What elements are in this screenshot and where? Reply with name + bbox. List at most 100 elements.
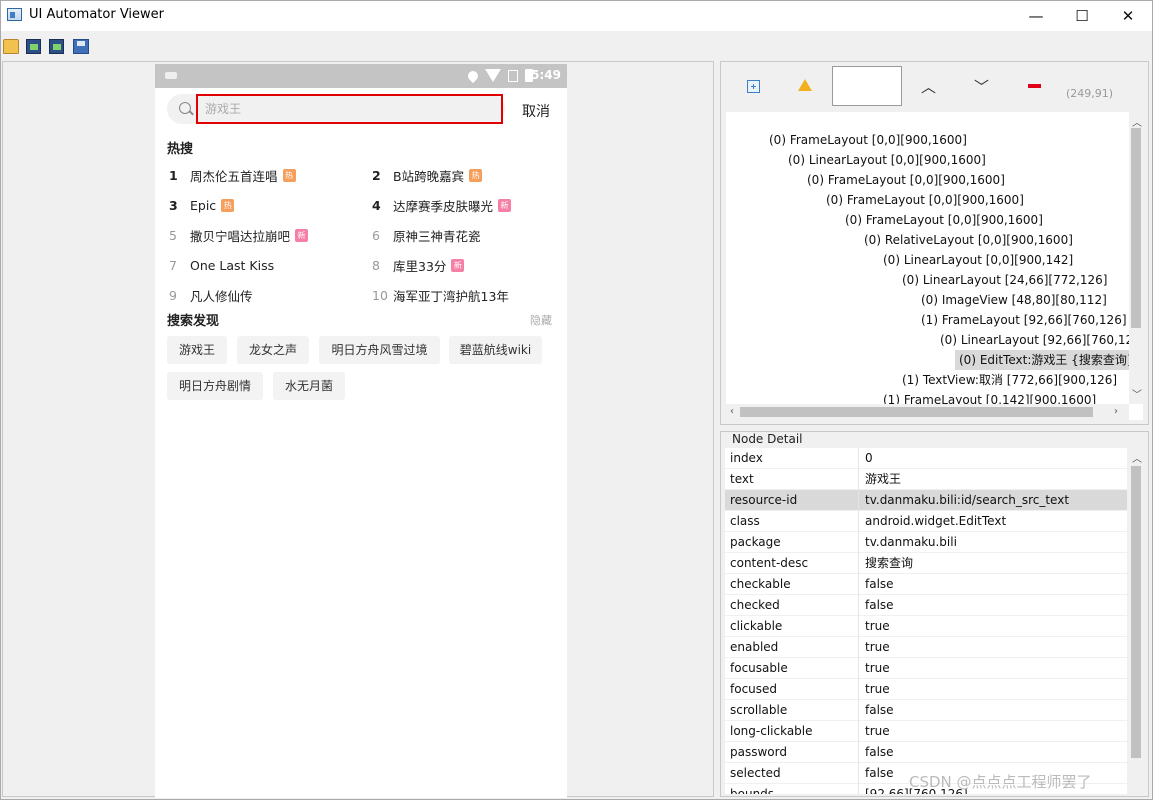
detail-row[interactable]: focused true <box>725 679 1127 700</box>
detail-value: true <box>865 682 890 696</box>
detail-row[interactable]: checkable false <box>725 574 1127 595</box>
tree-node[interactable]: (0) FrameLayout [0,0][900,1600] <box>845 210 1043 230</box>
hierarchy-toolbar: ︿ ﹀ (249,91) <box>721 62 1150 110</box>
hot-rank: 1 <box>169 167 178 183</box>
next-node-button[interactable]: ﹀ <box>974 76 989 97</box>
scroll-down-icon[interactable]: ﹀ <box>1132 386 1142 401</box>
tree-node[interactable]: (0) LinearLayout [0,0][900,142] <box>883 250 1073 270</box>
search-input[interactable]: 游戏王 <box>196 94 503 124</box>
detail-key: bounds <box>725 784 859 794</box>
hot-search-text: 库里33分 <box>393 258 447 274</box>
detail-key: checkable <box>725 574 859 595</box>
tree-vertical-scrollbar[interactable]: ︿ ﹀ <box>1129 112 1143 404</box>
detail-row[interactable]: checked false <box>725 595 1127 616</box>
hot-search-item[interactable]: 1 周杰伦五首连唱热 <box>169 165 296 185</box>
hierarchy-tree[interactable]: (0) FrameLayout [0,0][900,1600] (0) Linea… <box>726 112 1143 420</box>
detail-row[interactable]: class android.widget.EditText <box>725 511 1127 532</box>
hot-search-item[interactable]: 8 库里33分新 <box>372 255 465 275</box>
tree-node[interactable]: (0) LinearLayout [92,66][760,126] <box>940 330 1143 350</box>
detail-row[interactable]: long-clickable true <box>725 721 1127 742</box>
discover-chip[interactable]: 水无月菌 <box>273 372 345 400</box>
discover-chip[interactable]: 游戏王 <box>167 336 227 364</box>
tree-node[interactable]: (0) LinearLayout [0,0][900,1600] <box>788 150 986 170</box>
discover-title: 搜索发现 <box>167 314 220 329</box>
detail-value: android.widget.EditText <box>865 514 1007 528</box>
scroll-up-icon[interactable]: ︿ <box>1132 114 1142 129</box>
maximize-button[interactable]: ☐ <box>1059 1 1105 31</box>
tree-node-selected[interactable]: (0) EditText:游戏王 {搜索查询} <box>955 350 1139 370</box>
hot-search-item[interactable]: 10 海军亚丁湾护航13年 <box>372 285 509 305</box>
save-icon[interactable] <box>73 39 89 54</box>
hot-badge: 热 <box>282 168 296 182</box>
screenshot-panel: 5:49 游戏王 取消 热搜 1 周杰伦五首连唱热 2 B站跨晚嘉宾热 3 Epic 热 4 达… <box>2 61 714 798</box>
location-icon <box>465 68 481 83</box>
hot-rank: 8 <box>372 257 380 273</box>
device-screen[interactable]: 5:49 游戏王 取消 热搜 1 周杰伦五首连唱热 2 B站跨晚嘉宾热 3 Epic 热 4 达… <box>155 64 567 798</box>
detail-row[interactable]: package tv.danmaku.bili <box>725 532 1127 553</box>
discover-chip[interactable]: 龙女之声 <box>237 336 309 364</box>
tree-node[interactable]: (0) FrameLayout [0,0][900,1600] <box>807 170 1005 190</box>
window-title: UI Automator Viewer <box>29 7 165 22</box>
clear-filter-icon[interactable] <box>1028 84 1041 88</box>
detail-row[interactable]: enabled true <box>725 637 1127 658</box>
hot-search-text: B站跨晚嘉宾 <box>393 168 465 184</box>
detail-row[interactable]: text 游戏王 <box>725 469 1127 490</box>
detail-value: 0 <box>865 451 873 465</box>
toggle-naf-icon[interactable] <box>798 79 812 91</box>
minimize-button[interactable]: — <box>1013 1 1059 31</box>
detail-key: focusable <box>725 658 859 679</box>
device-screenshot-icon[interactable] <box>26 39 41 54</box>
scroll-left-icon[interactable]: ‹ <box>730 406 734 417</box>
tree-node[interactable]: (0) FrameLayout [0,0][900,1600] <box>826 190 1024 210</box>
open-folder-icon[interactable] <box>3 39 19 54</box>
status-bar: 5:49 <box>155 64 567 88</box>
title-bar: UI Automator Viewer — ☐ ✕ <box>1 1 1152 31</box>
scroll-right-icon[interactable]: › <box>1114 406 1118 417</box>
detail-vertical-thumb[interactable] <box>1131 466 1141 758</box>
hot-search-text: 海军亚丁湾护航13年 <box>393 288 509 304</box>
detail-key: package <box>725 532 859 553</box>
tree-node[interactable]: (0) FrameLayout [0,0][900,1600] <box>769 130 967 150</box>
filter-input[interactable] <box>832 66 902 106</box>
hot-rank: 9 <box>169 287 177 303</box>
expand-all-icon[interactable] <box>747 80 760 93</box>
discover-chip[interactable]: 明日方舟风雪过境 <box>319 336 440 364</box>
hot-search-item[interactable]: 5 撒贝宁唱达拉崩吧新 <box>169 225 309 245</box>
close-button[interactable]: ✕ <box>1105 1 1151 31</box>
hot-badge: 热 <box>469 168 483 182</box>
hot-search-item[interactable]: 2 B站跨晚嘉宾热 <box>372 165 483 185</box>
device-screenshot-compressed-icon[interactable] <box>49 39 64 54</box>
detail-row[interactable]: focusable true <box>725 658 1127 679</box>
hot-search-text: 凡人修仙传 <box>190 288 253 304</box>
hot-search-item[interactable]: 9 凡人修仙传 <box>169 285 253 305</box>
detail-row[interactable]: index 0 <box>725 448 1127 469</box>
discover-chip[interactable]: 明日方舟剧情 <box>167 372 263 400</box>
hot-search-item[interactable]: 4 达摩赛季皮肤曝光新 <box>372 195 512 215</box>
tree-node[interactable]: (1) FrameLayout [92,66][760,126] <box>921 310 1127 330</box>
tree-node[interactable]: (0) RelativeLayout [0,0][900,1600] <box>864 230 1073 250</box>
hot-search-item[interactable]: 7 One Last Kiss <box>169 255 274 275</box>
detail-value: false <box>865 703 894 717</box>
tree-horizontal-thumb[interactable] <box>740 407 1093 417</box>
detail-row[interactable]: clickable true <box>725 616 1127 637</box>
tree-node[interactable]: (0) LinearLayout [24,66][772,126] <box>902 270 1107 290</box>
hide-discover-link[interactable]: 隐藏 <box>530 312 552 328</box>
previous-node-button[interactable]: ︿ <box>921 76 936 97</box>
detail-value: true <box>865 640 890 654</box>
tree-vertical-thumb[interactable] <box>1131 128 1141 328</box>
cancel-button[interactable]: 取消 <box>522 101 550 121</box>
tree-node[interactable]: (0) ImageView [48,80][80,112] <box>921 290 1107 310</box>
detail-scroll-up-icon[interactable]: ︿ <box>1132 450 1142 465</box>
tree-node[interactable]: (1) TextView:取消 [772,66][900,126] <box>902 370 1117 390</box>
hot-search-item[interactable]: 3 Epic 热 <box>169 195 235 215</box>
detail-row[interactable]: content-desc 搜索查询 <box>725 553 1127 574</box>
detail-row[interactable]: password false <box>725 742 1127 763</box>
detail-key: checked <box>725 595 859 616</box>
discover-chip[interactable]: 碧蓝航线wiki <box>449 336 542 364</box>
detail-row[interactable]: scrollable false <box>725 700 1127 721</box>
detail-row[interactable]: resource-id tv.danmaku.bili:id/search_src… <box>725 490 1127 511</box>
hot-search-item[interactable]: 6 原神三神青花瓷 <box>372 225 481 245</box>
no-sim-icon <box>508 69 518 82</box>
tree-horizontal-scrollbar[interactable]: ‹ › <box>726 404 1129 420</box>
detail-vertical-scrollbar[interactable]: ︿ <box>1128 448 1144 794</box>
